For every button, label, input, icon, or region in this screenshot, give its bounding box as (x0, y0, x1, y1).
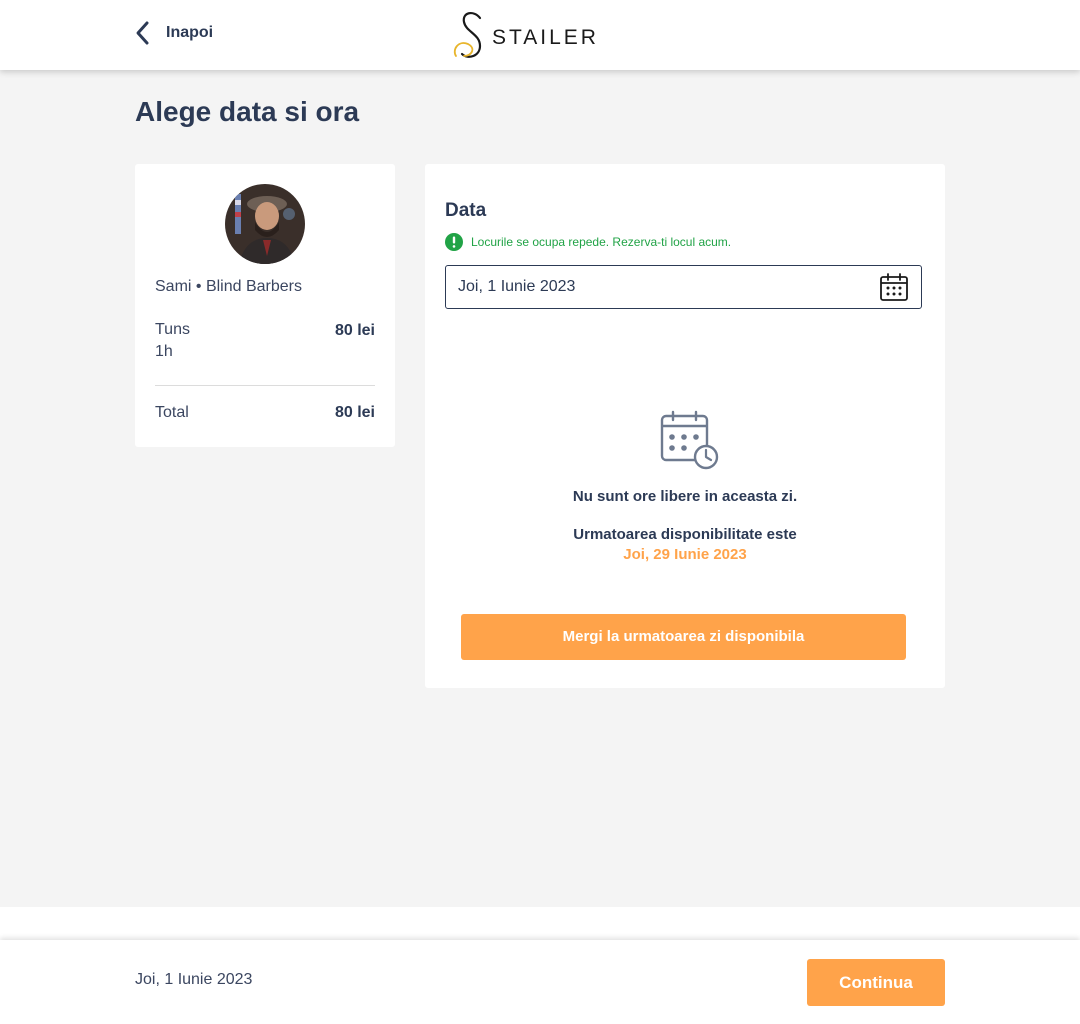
total-label: Total (155, 404, 189, 421)
footer: Joi, 1 Iunie 2023 Continua (0, 907, 1080, 1024)
total-price: 80 lei (334, 404, 375, 421)
service-price: 80 lei (334, 322, 375, 339)
page-title: Alege data si ora (135, 96, 360, 127)
exclamation-circle-icon (445, 233, 463, 251)
notice-text: Locurile se ocupa repede. Rezerva-ti loc… (471, 235, 732, 249)
back-label: Inapoi (166, 24, 214, 41)
service-name: Tuns (155, 321, 190, 338)
logo-mark-icon (453, 12, 482, 58)
top-bar: Inapoi STAILER (0, 0, 1080, 70)
service-duration: 1h (155, 343, 173, 360)
next-available-day-button[interactable]: Mergi la urmatoarea zi disponibila (461, 614, 906, 660)
stailer-logo[interactable]: STAILER (450, 10, 599, 60)
footer-selected-date: Joi, 1 Iunie 2023 (135, 971, 253, 988)
next-availability-date: Joi, 29 Iunie 2023 (623, 546, 747, 563)
footer-bar: Joi, 1 Iunie 2023 Continua (0, 940, 1080, 1024)
continue-button[interactable]: Continua (807, 959, 945, 1006)
booking-summary-card: Sami • Blind Barbers Tuns 1h 80 lei Tota… (135, 164, 395, 447)
logo-text: STAILER (492, 26, 599, 49)
no-slots-message: Nu sunt ore libere in aceasta zi. (572, 488, 798, 505)
calendar-icon[interactable] (879, 272, 909, 302)
back-button[interactable]: Inapoi (134, 20, 213, 46)
date-input-value: Joi, 1 Iunie 2023 (458, 278, 576, 295)
date-selection-card: Data Locurile se ocupa repede. Rezerva-t… (425, 164, 945, 688)
date-heading: Data (445, 200, 487, 221)
divider (155, 385, 375, 386)
availability-notice: Locurile se ocupa repede. Rezerva-ti loc… (445, 233, 731, 251)
barber-name: Sami • Blind Barbers (155, 278, 302, 295)
chevron-left-icon (136, 21, 149, 45)
calendar-clock-icon (660, 410, 719, 470)
next-availability-label: Urmatoarea disponibilitate este (573, 526, 797, 543)
date-input[interactable]: Joi, 1 Iunie 2023 (445, 265, 922, 309)
barber-avatar (225, 184, 305, 264)
